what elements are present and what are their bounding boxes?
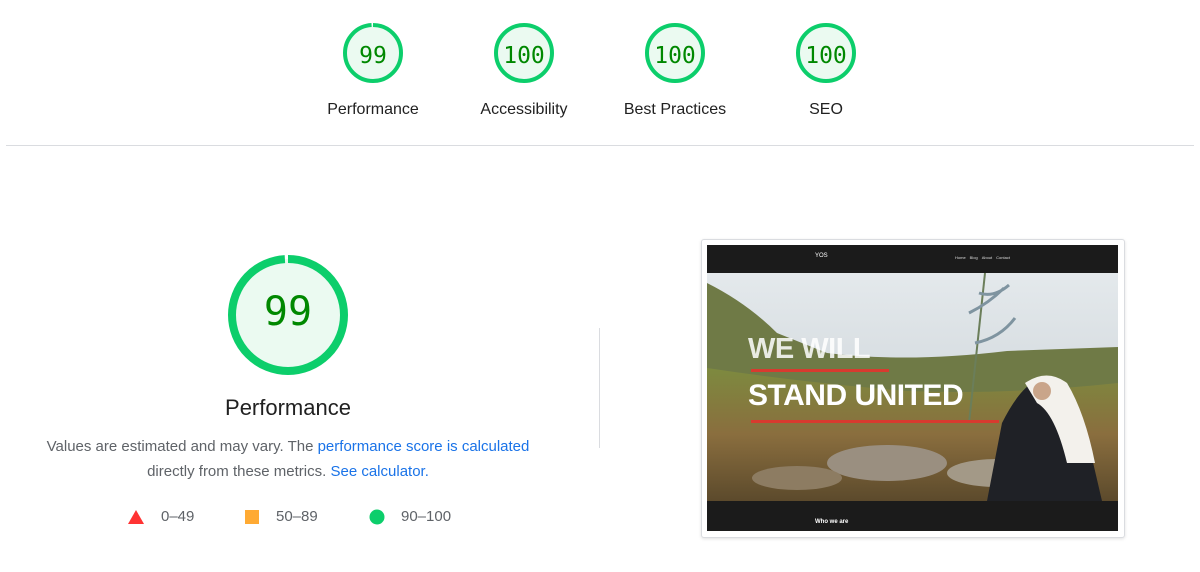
screenshot-footer: Who we are — [707, 501, 1118, 531]
legend-fail: 0–49 — [127, 508, 194, 525]
green-circle-icon — [369, 509, 385, 524]
performance-score: 99 — [263, 289, 313, 335]
hero-underline — [751, 420, 999, 423]
hero-underline — [751, 369, 889, 372]
screenshot-brand: YOS — [815, 253, 828, 259]
who-we-are-text: Who we are — [815, 519, 849, 525]
performance-gauge-large: 99 — [226, 253, 350, 377]
legend-range: 90–100 — [401, 508, 452, 525]
gauge-label: SEO — [809, 101, 843, 118]
screenshot-hero: WE WILL STAND UNITED — [707, 272, 1118, 501]
score-legend: 0–49 50–89 90–100 — [0, 508, 600, 528]
desc-text: Values are estimated and may vary. The — [46, 438, 318, 455]
section-divider — [599, 328, 600, 448]
gauge-score: 100 — [503, 43, 545, 69]
category-gauges: 99 Performance 100 Accessibility 100 Bes… — [0, 0, 1200, 146]
screenshot-navbar: YOS Home Blog About Contact — [707, 245, 1118, 273]
hero-heading-line2: STAND UNITED — [748, 379, 964, 412]
screenshot-nav-links: Home Blog About Contact — [955, 255, 1014, 260]
hero-heading-line1: WE WILL — [748, 333, 871, 365]
red-triangle-icon — [128, 509, 144, 524]
header-divider — [6, 145, 1194, 146]
gauge-performance[interactable]: 99 Performance — [303, 22, 443, 119]
nav-link: About — [981, 255, 993, 260]
orange-square-icon — [245, 509, 259, 524]
gauge-best-practices[interactable]: 100 Best Practices — [605, 22, 745, 119]
gauge-accessibility[interactable]: 100 Accessibility — [454, 22, 594, 119]
nav-link: Contact — [996, 255, 1010, 260]
gauge-seo[interactable]: 100 SEO — [756, 22, 896, 119]
legend-pass: 90–100 — [369, 508, 451, 525]
nav-link: Home — [955, 255, 966, 260]
desc-text-middle: directly from these metrics. — [147, 463, 331, 480]
performance-title: Performance — [225, 395, 351, 420]
page-screenshot: YOS Home Blog About Contact WE WILL STAN… — [707, 245, 1118, 531]
legend-range: 50–89 — [276, 508, 318, 525]
see-calculator-link[interactable]: See calculator. — [330, 463, 428, 480]
score-calculated-link[interactable]: performance score is calculated — [318, 438, 530, 455]
performance-description: Values are estimated and may vary. The p… — [20, 434, 556, 484]
gauge-label: Best Practices — [623, 101, 727, 118]
final-screenshot[interactable]: YOS Home Blog About Contact WE WILL STAN… — [701, 239, 1125, 538]
legend-range: 0–49 — [161, 508, 195, 525]
gauge-label: Accessibility — [480, 101, 568, 118]
gauge-label: Performance — [327, 101, 419, 118]
legend-average: 50–89 — [244, 508, 318, 525]
gauge-score: 100 — [654, 43, 696, 69]
nav-link: Blog — [969, 255, 978, 260]
gauge-score: 100 — [805, 43, 847, 69]
gauge-score: 99 — [359, 43, 387, 69]
